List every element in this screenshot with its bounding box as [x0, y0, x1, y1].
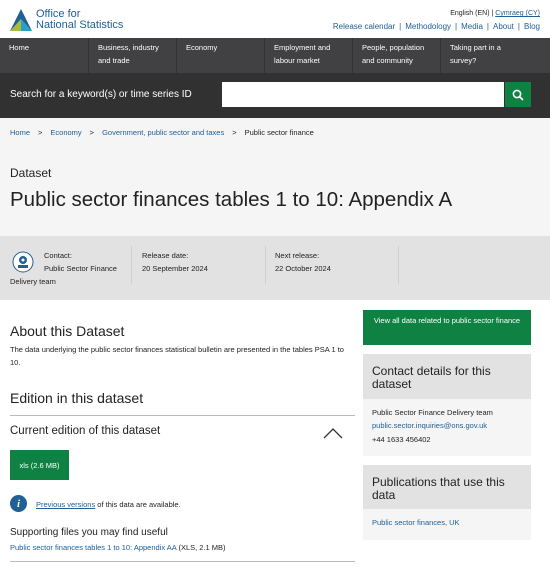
- search-icon: [512, 89, 524, 101]
- search-button[interactable]: [505, 82, 531, 107]
- previous-versions-text: Previous versions of this data are avail…: [36, 500, 181, 509]
- sep: |: [486, 22, 489, 31]
- view-all-data-button[interactable]: View all data related to public sector f…: [363, 310, 531, 345]
- chevron-up-icon[interactable]: [322, 426, 344, 440]
- blog-link[interactable]: Blog: [524, 22, 540, 31]
- release-date-label: Release date:: [142, 251, 189, 260]
- logo-line2: National Statistics: [36, 19, 124, 31]
- breadcrumb-government[interactable]: Government, public sector and taxes: [102, 128, 224, 137]
- publications-title: Publications that use this data: [372, 475, 505, 502]
- contact-email-link[interactable]: public.sector.inquiries@ons.gov.uk: [372, 421, 487, 430]
- previous-versions-link[interactable]: Previous versions: [36, 500, 95, 509]
- about-text: The data underlying the public sector fi…: [10, 345, 344, 367]
- supporting-file-meta: (XLS, 2.1 MB): [176, 543, 226, 552]
- lang-current: English (EN): [450, 10, 490, 17]
- lang-cymraeg-link[interactable]: Cymraeg (CY): [495, 10, 540, 17]
- breadcrumb-home[interactable]: Home: [10, 128, 30, 137]
- next-release-label: Next release:: [275, 251, 320, 260]
- page-title: Public sector finances tables 1 to 10: A…: [10, 188, 453, 211]
- info-icon: i: [10, 495, 27, 512]
- publication-link[interactable]: Public sector finances, UK: [372, 518, 460, 527]
- nav-item-people[interactable]: People, population and community: [353, 38, 441, 73]
- release-calendar-link[interactable]: Release calendar: [333, 22, 395, 31]
- breadcrumb: Home > Economy > Government, public sect…: [10, 128, 314, 137]
- divider: [10, 561, 355, 562]
- release-date-value: 20 September 2024: [142, 264, 208, 273]
- breadcrumb-sep: >: [89, 128, 95, 137]
- supporting-file-item: Public sector finances tables 1 to 10: A…: [10, 543, 226, 552]
- contact-label: Contact:: [44, 251, 72, 260]
- crest-icon: [12, 251, 34, 273]
- about-link[interactable]: About: [493, 22, 514, 31]
- divider: [398, 246, 399, 284]
- breadcrumb-economy[interactable]: Economy: [50, 128, 81, 137]
- breadcrumb-current: Public sector finance: [244, 128, 314, 137]
- contact-link[interactable]: Public Sector Finance: [44, 264, 117, 273]
- sep: |: [455, 22, 458, 31]
- divider: [10, 415, 355, 416]
- nav-item-employment[interactable]: Employment and labour market: [265, 38, 353, 73]
- lang-sep: |: [491, 10, 494, 17]
- top-links: Release calendar | Methodology | Media |…: [333, 22, 540, 31]
- methodology-link[interactable]: Methodology: [405, 22, 451, 31]
- nav-item-home[interactable]: Home: [0, 38, 89, 73]
- contact-link-cont[interactable]: Delivery team: [10, 277, 56, 286]
- nav-item-survey[interactable]: Taking part in a survey?: [441, 38, 531, 73]
- contact-details-title: Contact details for this dataset: [372, 364, 491, 391]
- previous-versions-rest: of this data are available.: [95, 500, 181, 509]
- search-input[interactable]: [222, 82, 504, 107]
- contact-phone: +44 1633 456402: [372, 435, 431, 444]
- supporting-files-heading: Supporting files you may find useful: [10, 527, 168, 538]
- current-edition-heading: Current edition of this dataset: [10, 425, 161, 437]
- divider: [131, 246, 132, 284]
- search-bar: Search for a keyword(s) or time series I…: [0, 73, 550, 118]
- supporting-file-link[interactable]: Public sector finances tables 1 to 10: A…: [10, 543, 176, 552]
- divider: [265, 246, 266, 284]
- main-nav: Home Business, industry and trade Econom…: [0, 38, 550, 73]
- breadcrumb-sep: >: [232, 128, 237, 137]
- edition-heading: Edition in this dataset: [10, 390, 144, 406]
- contact-team: Public Sector Finance Delivery team: [372, 408, 493, 417]
- sep: |: [399, 22, 402, 31]
- download-xls-button[interactable]: xls (2.6 MB): [10, 450, 69, 480]
- next-release-value: 22 October 2024: [275, 264, 331, 273]
- breadcrumb-sep: >: [38, 128, 43, 137]
- language-switcher: English (EN) | Cymraeg (CY): [450, 10, 540, 17]
- ons-logo-icon: [10, 9, 32, 31]
- ons-logo[interactable]: Office for National Statistics: [10, 7, 125, 33]
- nav-item-business[interactable]: Business, industry and trade: [89, 38, 177, 73]
- nav-item-economy[interactable]: Economy: [177, 38, 265, 73]
- about-heading: About this Dataset: [10, 323, 125, 339]
- media-link[interactable]: Media: [461, 22, 483, 31]
- search-label: Search for a keyword(s) or time series I…: [10, 89, 192, 100]
- page-type: Dataset: [10, 166, 52, 180]
- sep: |: [517, 22, 520, 31]
